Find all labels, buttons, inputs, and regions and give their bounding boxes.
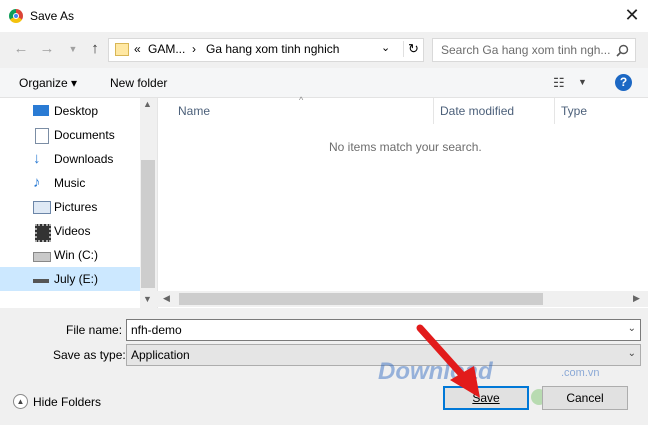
sidebar-item-label: Downloads — [54, 152, 114, 166]
breadcrumb-item[interactable]: GAM... — [148, 42, 185, 56]
sidebar-item-pictures[interactable]: Pictures — [0, 195, 140, 219]
sidebar-item-label: Documents — [54, 128, 115, 142]
sidebar-item-videos[interactable]: Videos — [0, 219, 140, 243]
scroll-right-icon[interactable]: ▶ — [633, 293, 640, 304]
sidebar-item-downloads[interactable]: ↓ Downloads — [0, 147, 140, 171]
file-list-scrollbar[interactable]: ◀ ▶ — [157, 291, 648, 307]
save-type-label: Save as type: — [53, 348, 126, 362]
chevron-down-icon[interactable]: ⌄ — [628, 323, 636, 334]
arrow-right-icon[interactable]: → — [38, 40, 56, 58]
sidebar-item-label: July (E:) — [54, 272, 99, 286]
cancel-button[interactable]: Cancel — [542, 386, 628, 410]
column-header-type[interactable]: Type — [561, 104, 587, 118]
help-icon[interactable]: ? — [615, 74, 632, 91]
address-bar[interactable]: « GAM... › Ga hang xom tinh nghich ⌄ ↻ — [108, 38, 424, 62]
chevron-down-icon[interactable]: ⌄ — [381, 41, 390, 54]
scroll-up-icon[interactable]: ▲ — [143, 99, 152, 109]
new-folder-button[interactable]: New folder — [110, 76, 167, 90]
watermark-subtext: .com.vn — [561, 367, 600, 379]
desktop-icon — [33, 105, 49, 116]
sidebar-item-desktop[interactable]: Desktop — [0, 99, 140, 123]
chevron-down-icon[interactable]: ▼ — [64, 40, 82, 58]
file-name-label: File name: — [66, 323, 123, 337]
folder-icon — [115, 43, 129, 56]
scrollbar-thumb[interactable] — [179, 293, 543, 305]
command-bar: Organize ▾ New folder ☷ ▼ ? — [0, 68, 648, 98]
address-prefix[interactable]: « — [134, 42, 141, 56]
close-icon[interactable]: ✕ — [620, 4, 644, 28]
search-icon[interactable] — [616, 44, 629, 57]
empty-message: No items match your search. — [329, 140, 482, 154]
sidebar-item-label: Videos — [54, 224, 91, 238]
hide-folders-button[interactable]: Hide Folders — [33, 395, 101, 409]
title-bar: Save As ✕ — [0, 0, 648, 32]
window-title: Save As — [30, 9, 75, 23]
breadcrumb-separator[interactable]: › — [192, 42, 196, 56]
sidebar-scrollbar[interactable]: ▲ ▼ — [140, 98, 156, 308]
save-type-value[interactable]: Application — [131, 348, 190, 362]
search-input[interactable]: Search Ga hang xom tinh ngh... — [441, 43, 610, 57]
red-arrow-annotation — [416, 324, 480, 398]
chevron-up-icon[interactable]: ▲ — [13, 394, 28, 409]
organize-button[interactable]: Organize ▾ — [19, 76, 77, 90]
file-list: ^ Name Date modified Type No items match… — [157, 95, 648, 308]
search-box[interactable]: Search Ga hang xom tinh ngh... — [432, 38, 636, 62]
videos-icon — [35, 224, 51, 242]
music-icon: ♪ — [33, 174, 41, 191]
chevron-down-icon[interactable]: ⌄ — [628, 348, 636, 359]
arrow-left-icon[interactable]: ← — [12, 40, 30, 58]
cancel-button-label: Cancel — [566, 391, 604, 405]
drive-icon — [33, 252, 51, 262]
refresh-icon[interactable]: ↻ — [403, 41, 419, 57]
downloads-icon: ↓ — [33, 150, 41, 167]
scrollbar-thumb[interactable] — [141, 160, 155, 288]
column-header-name[interactable]: Name — [178, 104, 210, 118]
arrow-up-icon[interactable]: ↑ — [86, 40, 104, 58]
sidebar-item-label: Win (C:) — [54, 248, 98, 262]
file-name-input[interactable]: nfh-demo — [131, 323, 182, 337]
pictures-icon — [33, 201, 51, 214]
sidebar-item-label: Pictures — [54, 200, 98, 214]
sidebar-item-label: Desktop — [54, 104, 99, 118]
chrome-icon — [9, 9, 23, 23]
sort-arrow-icon: ^ — [299, 95, 304, 105]
column-header-date-modified[interactable]: Date modified — [440, 104, 514, 118]
scroll-left-icon[interactable]: ◀ — [163, 293, 170, 304]
breadcrumb-item[interactable]: Ga hang xom tinh nghich — [206, 42, 339, 56]
column-separator[interactable] — [554, 98, 555, 124]
column-separator[interactable] — [433, 98, 434, 124]
drive-icon — [33, 279, 49, 283]
navigation-pane: Desktop Documents ↓ Downloads ♪ Music Pi… — [0, 98, 156, 308]
sidebar-item-documents[interactable]: Documents — [0, 123, 140, 147]
file-name-field[interactable]: nfh-demo ⌄ — [126, 319, 641, 341]
sidebar-item-win-c[interactable]: Win (C:) — [0, 243, 140, 267]
view-icon[interactable]: ☷ — [553, 75, 565, 91]
sidebar-item-july-e[interactable]: July (E:) — [0, 267, 140, 291]
chevron-down-icon[interactable]: ▼ — [578, 77, 587, 87]
documents-icon — [35, 128, 49, 144]
sidebar-item-label: Music — [54, 176, 86, 190]
sidebar-item-music[interactable]: ♪ Music — [0, 171, 140, 195]
scroll-down-icon[interactable]: ▼ — [143, 294, 152, 304]
